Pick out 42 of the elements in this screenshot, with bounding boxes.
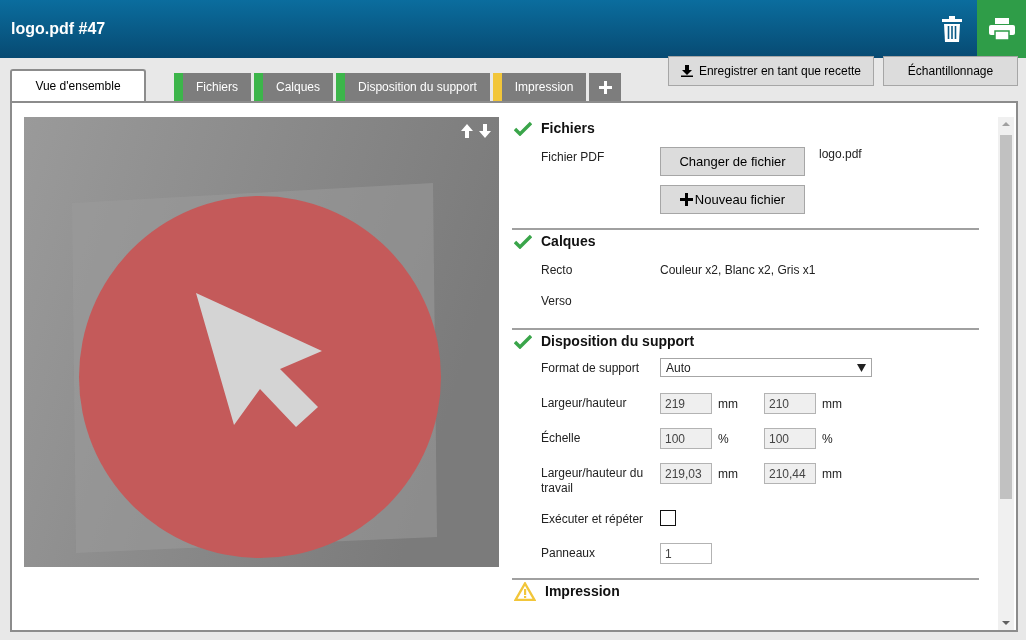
field-label: Panneaux [541,545,597,561]
tab[interactable]: Vue d'ensemble [10,69,146,101]
scrollbar[interactable] [998,117,1014,630]
dropdown-arrow-icon [857,363,866,372]
trash-icon[interactable] [941,16,963,42]
move-up-icon[interactable] [461,124,473,138]
print-button[interactable] [977,0,1026,58]
file-name: logo.pdf [819,147,862,161]
job-title: logo.pdf #47 [10,20,107,38]
tab[interactable]: Calques [254,73,334,101]
unit-label: mm [821,396,843,411]
panels-field[interactable]: 1 [660,543,712,564]
field-value: Couleur x2, Blanc x2, Gris x1 [660,262,816,277]
field-label: Format de support [541,360,641,376]
section-title: Calques [541,233,596,249]
change-file-button[interactable]: Changer de fichier [660,147,805,176]
section-title: Disposition du support [541,333,695,349]
section-title: Impression [545,583,620,599]
unit-label: % [821,431,834,446]
field-label: Exécuter et répéter [541,511,645,527]
field-label: Fichier PDF [541,149,606,165]
plus-icon [598,80,612,94]
new-file-button[interactable]: Nouveau fichier [660,185,805,214]
field-label: Largeur/hauteur [541,395,628,411]
unit-label: mm [717,466,739,481]
section-title: Fichiers [541,120,595,136]
plus-icon [679,193,693,206]
field-label: Largeur/hauteur du travail [541,465,645,496]
field-label: Verso [541,293,573,309]
add-tab-button[interactable] [589,73,622,101]
unit-label: % [717,431,730,446]
field-label: Recto [541,262,574,278]
unit-label: mm [717,396,739,411]
media-format-dropdown[interactable]: Auto [660,358,872,377]
tab[interactable]: Impression [492,73,587,101]
field-label: Échelle [541,429,582,446]
move-down-icon[interactable] [479,124,491,138]
unit-label: mm [821,466,843,481]
tab[interactable]: Disposition du support [336,73,490,101]
tab[interactable]: Fichiers [174,73,251,101]
checkbox[interactable] [660,510,676,526]
printer-icon [988,18,1015,40]
